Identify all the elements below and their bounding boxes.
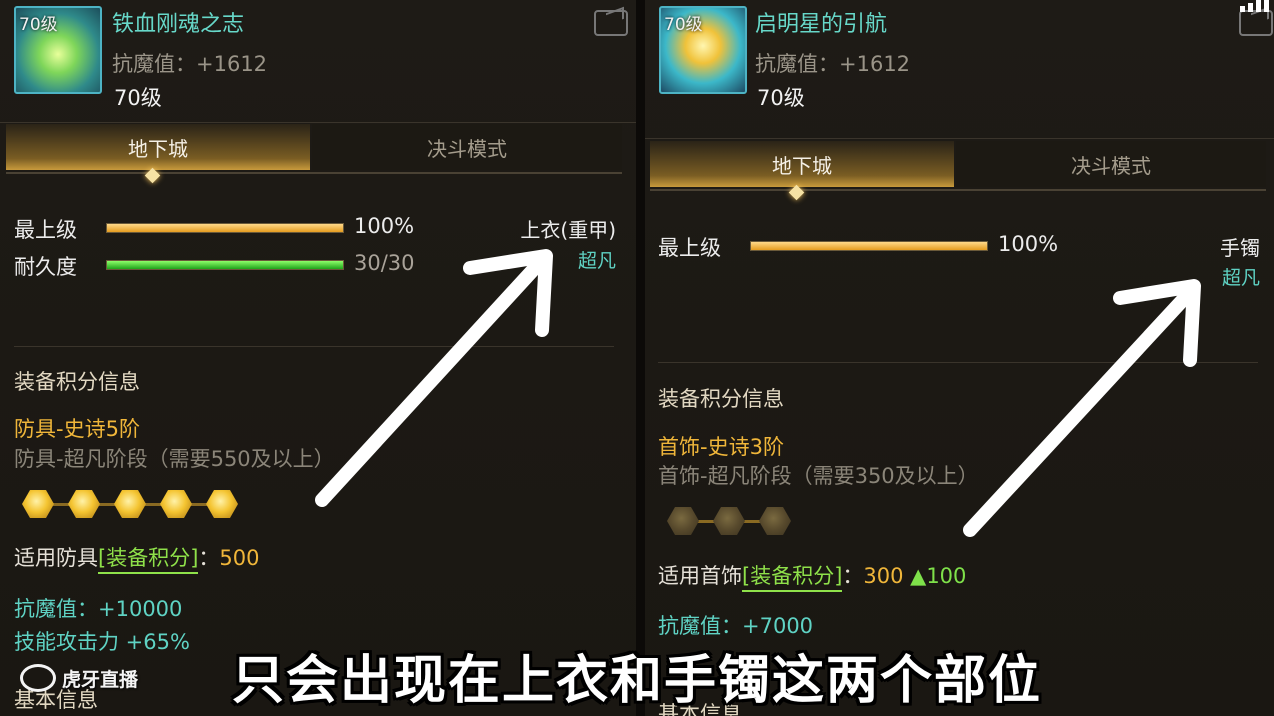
arrow-to-chest-slot-icon <box>315 249 553 507</box>
status-bar-icons <box>1180 0 1274 14</box>
annotation-arrows <box>315 249 1201 537</box>
video-subtitle: 只会出现在上衣和手镯这两个部位 <box>231 651 1042 711</box>
arrow-to-bracelet-slot-icon <box>963 279 1201 537</box>
